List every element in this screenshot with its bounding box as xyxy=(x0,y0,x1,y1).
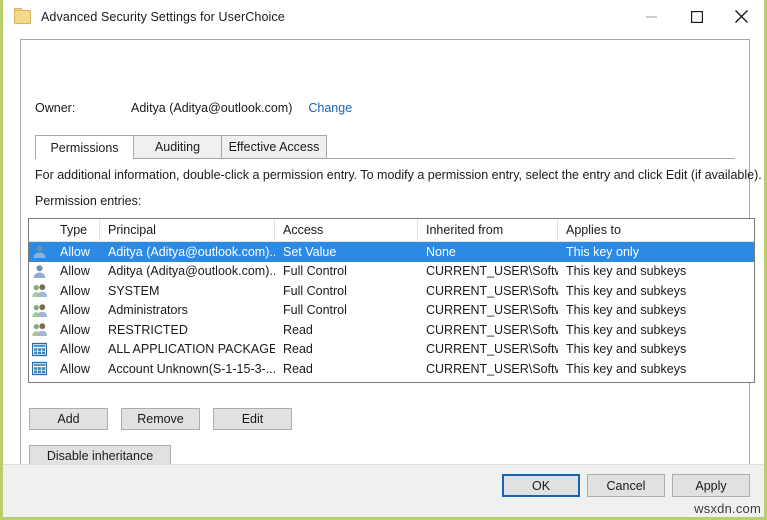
table-row[interactable]: AllowAdministratorsFull ControlCURRENT_U… xyxy=(29,301,754,321)
entry-action-buttons: Add Remove Edit xyxy=(29,408,292,430)
cell-applies-to: This key only xyxy=(558,242,754,262)
cell-inherited-from: CURRENT_USER\Softw... xyxy=(418,340,558,360)
cell-type: Allow xyxy=(52,320,100,340)
list-rows: AllowAditya (Aditya@outlook.com)..Set Va… xyxy=(29,242,754,379)
table-row[interactable]: AllowAditya (Aditya@outlook.com)..Set Va… xyxy=(29,242,754,262)
table-row[interactable]: AllowAditya (Aditya@outlook.com)..Full C… xyxy=(29,262,754,282)
cell-access: Read xyxy=(275,359,418,379)
window-content: Owner: Aditya (Aditya@outlook.com) Chang… xyxy=(3,33,764,517)
tab-auditing[interactable]: Auditing xyxy=(133,135,222,158)
ok-button[interactable]: OK xyxy=(502,474,580,497)
title-bar: Advanced Security Settings for UserChoic… xyxy=(3,0,764,33)
permission-entries-list[interactable]: Type Principal Access Inherited from App… xyxy=(28,218,755,383)
folder-icon xyxy=(14,8,32,26)
column-header-principal[interactable]: Principal xyxy=(100,219,275,241)
cell-inherited-from: CURRENT_USER\Softw... xyxy=(418,359,558,379)
minimize-button[interactable] xyxy=(629,0,674,33)
cell-type: Allow xyxy=(52,340,100,360)
owner-label: Owner: xyxy=(35,101,131,115)
group-icon xyxy=(29,320,52,340)
cell-access: Read xyxy=(275,340,418,360)
column-header-access[interactable]: Access xyxy=(275,219,418,241)
cell-inherited-from: CURRENT_USER\Softw... xyxy=(418,281,558,301)
owner-row: Owner: Aditya (Aditya@outlook.com) Chang… xyxy=(35,101,352,115)
advanced-security-settings-window: Advanced Security Settings for UserChoic… xyxy=(3,0,764,517)
column-header-inherited-from[interactable]: Inherited from xyxy=(418,219,558,241)
remove-button[interactable]: Remove xyxy=(121,408,200,430)
cell-access: Full Control xyxy=(275,301,418,321)
cell-access: Read xyxy=(275,320,418,340)
cell-type: Allow xyxy=(52,301,100,321)
tab-effective-access[interactable]: Effective Access xyxy=(221,135,327,158)
table-row[interactable]: AllowSYSTEMFull ControlCURRENT_USER\Soft… xyxy=(29,281,754,301)
change-owner-link[interactable]: Change xyxy=(308,101,352,115)
cell-type: Allow xyxy=(52,281,100,301)
app-package-icon xyxy=(29,359,52,379)
cell-inherited-from: CURRENT_USER\Softw... xyxy=(418,262,558,282)
list-header: Type Principal Access Inherited from App… xyxy=(29,219,754,242)
cell-inherited-from: CURRENT_USER\Softw... xyxy=(418,301,558,321)
cell-access: Full Control xyxy=(275,262,418,282)
owner-value: Aditya (Aditya@outlook.com) xyxy=(131,101,292,115)
table-row[interactable]: AllowRESTRICTEDReadCURRENT_USER\Softw...… xyxy=(29,320,754,340)
cell-type: Allow xyxy=(52,242,100,262)
cell-principal: Aditya (Aditya@outlook.com).. xyxy=(100,242,275,262)
tab-strip: Permissions Auditing Effective Access xyxy=(35,136,735,159)
dialog-buttons: OK Cancel Apply xyxy=(502,474,750,497)
cell-type: Allow xyxy=(52,262,100,282)
watermark: wsxdn.com xyxy=(694,501,761,516)
column-header-icon xyxy=(29,219,52,241)
close-button[interactable] xyxy=(719,0,764,33)
cell-applies-to: This key and subkeys xyxy=(558,281,754,301)
cell-applies-to: This key and subkeys xyxy=(558,301,754,321)
column-header-applies-to[interactable]: Applies to xyxy=(558,219,754,241)
table-row[interactable]: AllowAccount Unknown(S-1-15-3-...ReadCUR… xyxy=(29,359,754,379)
dialog-footer: OK Cancel Apply xyxy=(3,464,764,517)
tab-permissions[interactable]: Permissions xyxy=(35,135,134,159)
cancel-button[interactable]: Cancel xyxy=(587,474,665,497)
maximize-button[interactable] xyxy=(674,0,719,33)
cell-type: Allow xyxy=(52,359,100,379)
app-package-icon xyxy=(29,340,52,360)
cell-access: Set Value xyxy=(275,242,418,262)
cell-inherited-from: CURRENT_USER\Softw... xyxy=(418,320,558,340)
cell-applies-to: This key and subkeys xyxy=(558,320,754,340)
cell-inherited-from: None xyxy=(418,242,558,262)
settings-panel: Owner: Aditya (Aditya@outlook.com) Chang… xyxy=(20,39,750,465)
cell-principal: SYSTEM xyxy=(100,281,275,301)
table-row[interactable]: AllowALL APPLICATION PACKAGESReadCURRENT… xyxy=(29,340,754,360)
user-icon xyxy=(29,262,52,282)
screen: Advanced Security Settings for UserChoic… xyxy=(0,0,767,520)
column-header-type[interactable]: Type xyxy=(52,219,100,241)
user-icon xyxy=(29,242,52,262)
cell-applies-to: This key and subkeys xyxy=(558,359,754,379)
cell-principal: ALL APPLICATION PACKAGES xyxy=(100,340,275,360)
window-controls xyxy=(629,0,764,33)
cell-principal: Aditya (Aditya@outlook.com).. xyxy=(100,262,275,282)
group-icon xyxy=(29,281,52,301)
permission-entries-label: Permission entries: xyxy=(35,194,141,208)
cell-access: Full Control xyxy=(275,281,418,301)
info-text: For additional information, double-click… xyxy=(35,168,735,182)
cell-principal: RESTRICTED xyxy=(100,320,275,340)
add-button[interactable]: Add xyxy=(29,408,108,430)
cell-principal: Account Unknown(S-1-15-3-... xyxy=(100,359,275,379)
cell-applies-to: This key and subkeys xyxy=(558,340,754,360)
edit-button[interactable]: Edit xyxy=(213,408,292,430)
group-icon xyxy=(29,301,52,321)
cell-applies-to: This key and subkeys xyxy=(558,262,754,282)
apply-button[interactable]: Apply xyxy=(672,474,750,497)
cell-principal: Administrators xyxy=(100,301,275,321)
window-title: Advanced Security Settings for UserChoic… xyxy=(41,10,629,24)
